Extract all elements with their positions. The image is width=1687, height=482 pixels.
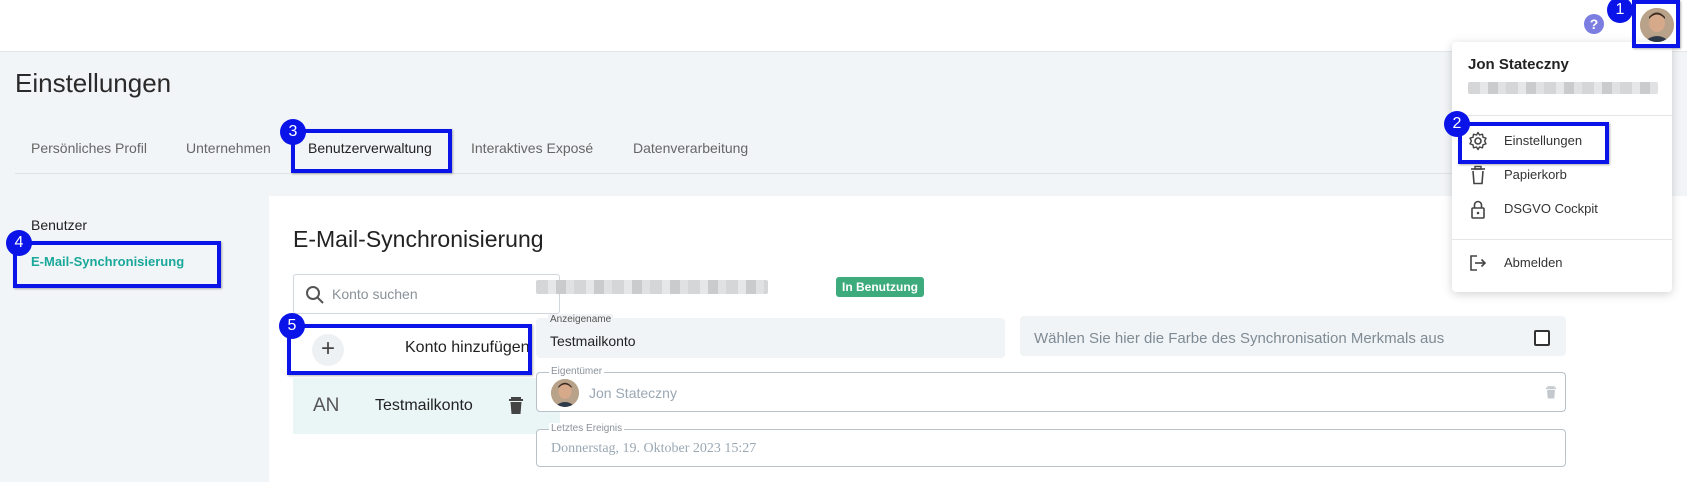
help-icon[interactable]: ?: [1584, 14, 1604, 34]
user-menu-name: Jon Stateczny: [1468, 56, 1569, 73]
display-name-label: Anzeigename: [548, 314, 614, 325]
top-bar: ?: [0, 0, 1687, 52]
account-search: [293, 274, 560, 314]
annotation-number: 4: [6, 230, 32, 256]
search-icon: [306, 286, 324, 304]
owner-label: Eigentümer: [549, 366, 605, 377]
owner-field: Eigentümer Jon Stateczny: [536, 366, 1566, 412]
account-list-item[interactable]: AN Testmailkonto: [293, 378, 560, 434]
trash-icon: [1471, 165, 1485, 185]
tab-user-management[interactable]: Benutzerverwaltung: [308, 140, 432, 156]
color-checkbox[interactable]: [1534, 330, 1550, 346]
last-event-value: Donnerstag, 19. Oktober 2023 15:27: [551, 441, 757, 456]
tab-interactive-expose[interactable]: Interaktives Exposé: [471, 140, 593, 156]
menu-item-trash[interactable]: Papierkorb: [1452, 158, 1672, 192]
display-name-value: Testmailkonto: [550, 333, 636, 349]
menu-item-label: DSGVO Cockpit: [1504, 201, 1598, 216]
sidenav-item-users[interactable]: Benutzer: [31, 217, 87, 233]
tab-company[interactable]: Unternehmen: [186, 140, 271, 156]
divider: [1452, 239, 1672, 240]
color-picker-label: Wählen Sie hier die Farbe des Synchronis…: [1034, 330, 1445, 347]
annotation-number: 3: [280, 119, 306, 145]
owner-value: Jon Stateczny: [589, 385, 677, 401]
user-menu: Jon Stateczny Einstellungen Papierkorb D…: [1452, 42, 1672, 292]
user-avatar-button[interactable]: [1640, 8, 1674, 42]
plus-icon: +: [312, 334, 344, 366]
owner-avatar: [551, 379, 579, 407]
redacted-user-email: [1468, 82, 1658, 94]
last-event-label: Letztes Ereignis: [549, 423, 625, 434]
add-account-button[interactable]: + Konto hinzufügen: [293, 324, 560, 374]
color-picker-field[interactable]: Wählen Sie hier die Farbe des Synchronis…: [1020, 316, 1566, 356]
avatar-icon: [551, 379, 579, 407]
lock-icon: [1471, 200, 1485, 219]
avatar-icon: [1640, 8, 1674, 42]
menu-item-settings[interactable]: Einstellungen: [1452, 124, 1672, 158]
settings-tabs: Persönliches Profil Unternehmen Benutzer…: [15, 130, 1455, 174]
account-name: Testmailkonto: [375, 397, 473, 414]
sidenav-item-email-sync[interactable]: E-Mail-Synchronisierung: [31, 254, 184, 269]
annotation-number: 2: [1444, 111, 1470, 137]
display-name-field[interactable]: Anzeigename Testmailkonto: [536, 314, 1005, 358]
last-event-field: Letztes Ereignis Donnerstag, 19. Oktober…: [536, 423, 1566, 467]
account-abbr: AN: [313, 395, 340, 416]
annotation-number: 5: [279, 313, 305, 339]
section-title: E-Mail-Synchronisierung: [293, 226, 544, 252]
menu-item-label: Einstellungen: [1504, 133, 1583, 148]
trash-icon: [1545, 386, 1557, 399]
page-title: Einstellungen: [15, 68, 172, 98]
tab-personal-profile[interactable]: Persönliches Profil: [31, 140, 147, 156]
status-badge: In Benutzung: [836, 277, 924, 297]
gear-icon: [1469, 131, 1487, 151]
menu-item-label: Abmelden: [1504, 255, 1563, 270]
menu-item-gdpr-cockpit[interactable]: DSGVO Cockpit: [1452, 192, 1672, 226]
logout-icon: [1470, 255, 1487, 271]
search-input[interactable]: [332, 284, 552, 304]
trash-icon[interactable]: [505, 394, 527, 416]
menu-item-label: Papierkorb: [1504, 167, 1567, 182]
menu-item-logout[interactable]: Abmelden: [1452, 246, 1672, 280]
add-account-label: Konto hinzufügen: [405, 339, 530, 356]
divider: [1452, 115, 1672, 116]
tab-data-processing[interactable]: Datenverarbeitung: [633, 140, 748, 156]
redacted-email: [536, 280, 768, 294]
